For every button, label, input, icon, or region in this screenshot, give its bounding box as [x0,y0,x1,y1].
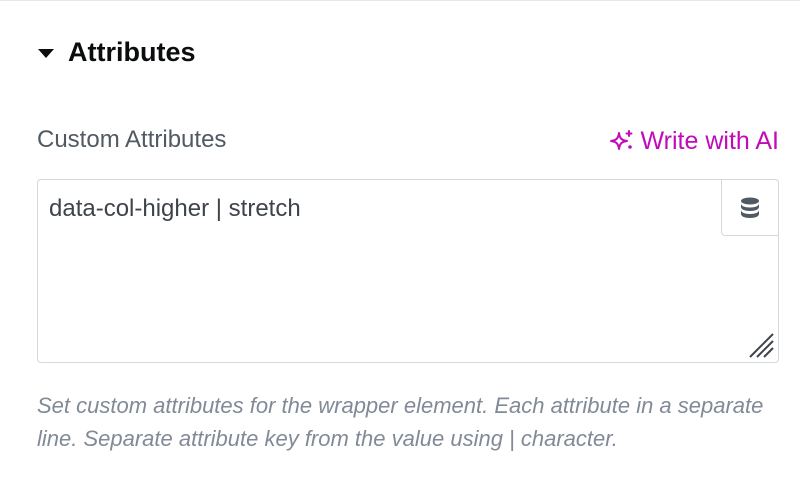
resize-handle-icon[interactable] [746,330,774,358]
custom-attributes-textarea[interactable]: data-col-higher | stretch [37,179,779,363]
attributes-panel: Attributes Custom Attributes Write with … [0,0,800,498]
database-icon [741,197,759,218]
write-with-ai-button[interactable]: Write with AI [609,127,779,156]
section-title: Attributes [68,37,196,67]
write-with-ai-label: Write with AI [640,127,779,155]
dynamic-tags-button[interactable] [721,179,779,236]
custom-attributes-label: Custom Attributes [37,126,227,153]
caret-down-icon [38,49,54,58]
sparkle-icon [609,129,633,150]
custom-attributes-value[interactable]: data-col-higher | stretch [49,195,301,223]
attributes-section-toggle[interactable]: Attributes [38,37,196,68]
help-text: Set custom attributes for the wrapper el… [37,393,764,451]
